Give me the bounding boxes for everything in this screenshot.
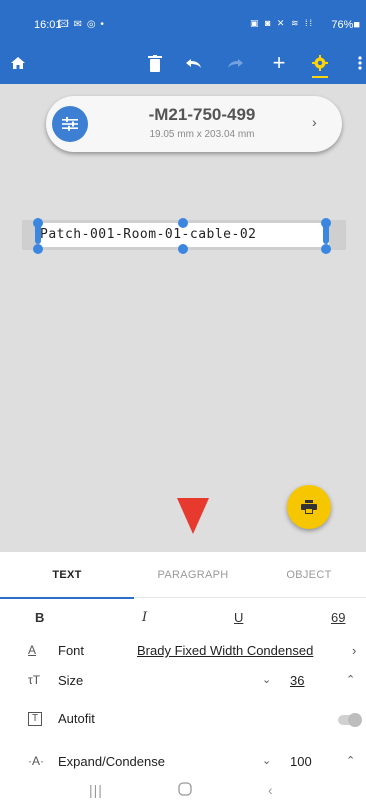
printer-icon — [301, 500, 317, 514]
part-number: -M21-750-499 — [148, 105, 256, 124]
bold-button[interactable]: B — [35, 610, 44, 625]
selection-handle-bottom[interactable] — [178, 244, 188, 254]
tab-object[interactable]: OBJECT — [252, 552, 366, 598]
trash-icon[interactable] — [145, 52, 165, 74]
autofit-label: Autofit — [58, 711, 95, 726]
home-icon[interactable] — [8, 52, 28, 74]
font-value[interactable]: Brady Fixed Width Condensed — [137, 643, 313, 658]
redo-icon[interactable] — [225, 52, 245, 74]
app-bar: 16:01 🖾 ✉ ◎ • ▣ ◙ ✕ ≋ ⁞⁞ 76%■ + — [0, 0, 366, 84]
autofit-icon: T — [28, 712, 42, 726]
undo-icon[interactable] — [184, 52, 204, 74]
status-notification-icons: 🖾 ✉ ◎ • — [58, 19, 105, 30]
selection-handle-top-left[interactable] — [33, 218, 43, 228]
screen: 16:01 🖾 ✉ ◎ • ▣ ◙ ✕ ≋ ⁞⁞ 76%■ + -M21-750… — [0, 0, 366, 811]
property-tabs: TEXT PARAGRAPH OBJECT — [0, 552, 366, 599]
system-nav-bar: ||| ‹ — [0, 776, 366, 811]
autofit-row: T Autofit — [0, 707, 366, 733]
print-button[interactable] — [287, 485, 331, 529]
font-row[interactable]: A Font Brady Fixed Width Condensed › — [0, 639, 366, 665]
recent-apps-icon[interactable]: ||| — [89, 782, 103, 798]
tab-paragraph[interactable]: PARAGRAPH — [134, 552, 252, 598]
tab-text[interactable]: TEXT — [0, 552, 134, 599]
chevron-up-icon[interactable]: ⌃ — [346, 754, 355, 767]
status-system-icons: ▣ ◙ ✕ ≋ ⁞⁞ — [249, 18, 314, 28]
size-label: Size — [58, 673, 84, 688]
chevron-up-icon[interactable]: ⌃ — [346, 673, 355, 686]
label-part-card[interactable]: -M21-750-499 19.05 mm x 203.04 mm › — [46, 96, 342, 152]
chevron-down-icon[interactable]: ⌄ — [262, 673, 271, 686]
back-nav-icon[interactable]: ‹ — [268, 782, 273, 798]
plus-icon[interactable]: + — [269, 50, 289, 75]
selection-handle-bottom-right[interactable] — [321, 244, 331, 254]
italic-button[interactable]: I — [142, 610, 147, 625]
expand-condense-row: ·A· Expand/Condense ⌄ 100 ⌃ — [0, 750, 366, 776]
label-canvas[interactable]: -M21-750-499 19.05 mm x 203.04 mm › Patc… — [0, 84, 366, 552]
home-nav-icon[interactable] — [178, 782, 192, 799]
autofit-toggle[interactable] — [338, 713, 362, 727]
underline-button[interactable]: U — [234, 610, 243, 625]
tune-icon[interactable] — [52, 106, 88, 142]
gear-icon[interactable] — [310, 52, 330, 78]
annotation-arrow — [177, 498, 209, 534]
font-label: Font — [58, 643, 85, 658]
selection-handle-bottom-left[interactable] — [33, 244, 43, 254]
label-dimensions: 19.05 mm x 203.04 mm — [149, 129, 255, 140]
selection-handle-top[interactable] — [178, 218, 188, 228]
chevron-down-icon[interactable]: ⌄ — [262, 754, 271, 767]
size-value[interactable]: 36 — [290, 673, 304, 688]
expand-value[interactable]: 100 — [290, 754, 312, 769]
font-icon: A — [28, 643, 37, 657]
battery-indicator: 76%■ — [331, 19, 360, 31]
wrap-button[interactable]: 69 — [331, 610, 345, 625]
more-vert-icon[interactable] — [350, 52, 366, 74]
selection-handle-top-right[interactable] — [321, 218, 331, 228]
chevron-right-icon[interactable]: › — [352, 643, 356, 658]
size-row: τT Size ⌄ 36 ⌃ — [0, 669, 366, 695]
expand-condense-icon: ·A· — [28, 754, 44, 768]
expand-label: Expand/Condense — [58, 754, 165, 769]
chevron-right-icon[interactable]: › — [312, 114, 317, 130]
status-bar: 16:01 🖾 ✉ ◎ • ▣ ◙ ✕ ≋ ⁞⁞ 76%■ — [0, 0, 366, 40]
text-size-icon: τT — [28, 673, 41, 687]
